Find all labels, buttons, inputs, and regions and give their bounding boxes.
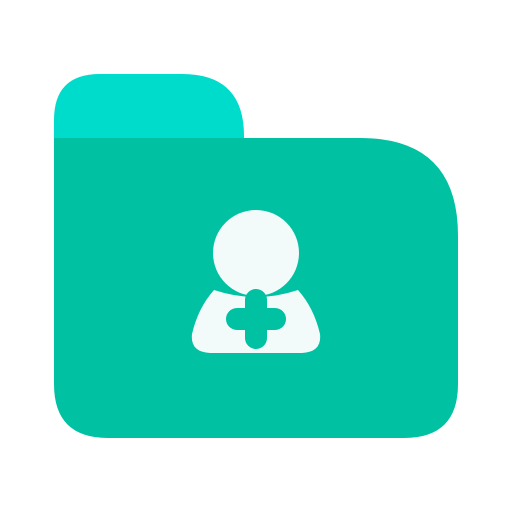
plus-horizontal xyxy=(226,308,286,330)
folder-add-user-icon xyxy=(54,74,458,438)
user-head xyxy=(213,210,299,296)
icon-canvas xyxy=(0,0,512,512)
folder-tab xyxy=(54,74,244,140)
